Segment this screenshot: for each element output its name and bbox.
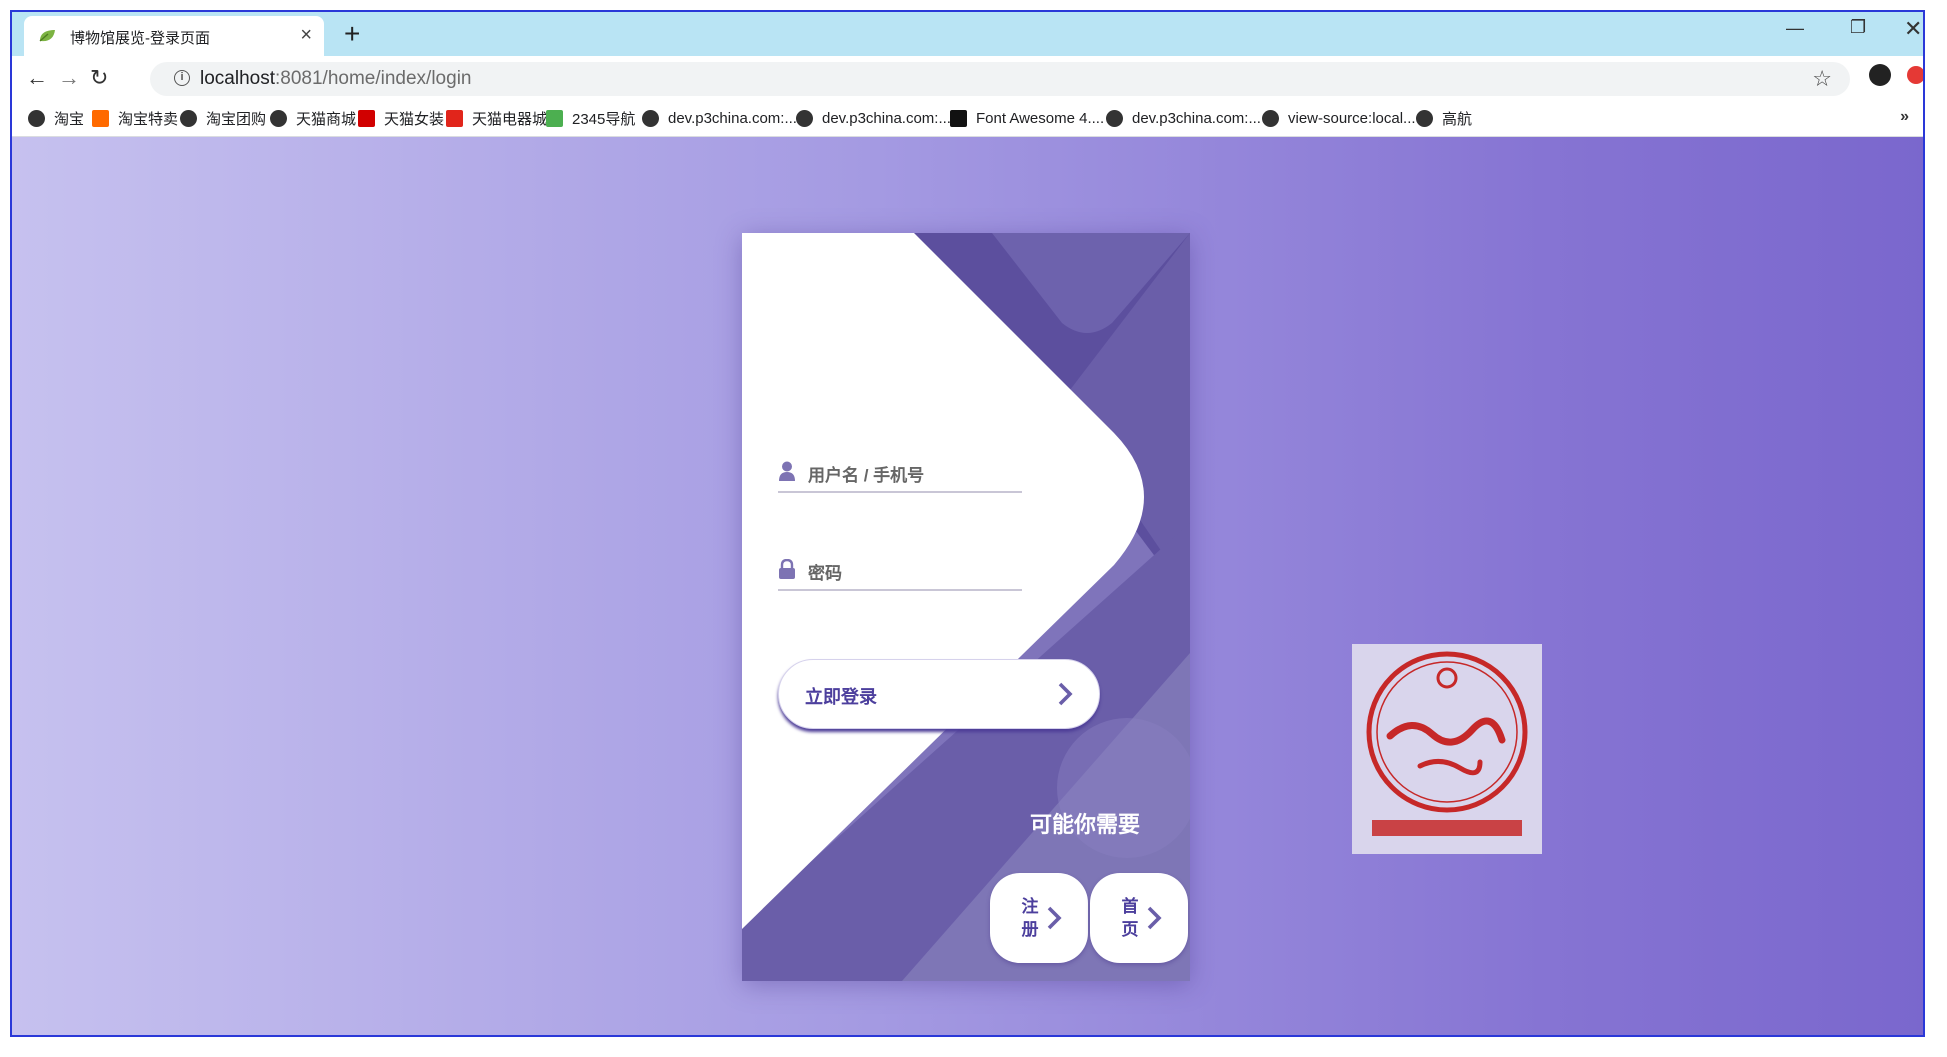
url-host: localhost	[200, 68, 275, 89]
url-text[interactable]: localhost:8081/home/index/login	[200, 68, 471, 90]
bookmark-item[interactable]: dev.p3china.com:...	[1106, 108, 1261, 128]
bookmark-item[interactable]: 天猫女装	[358, 108, 444, 128]
lock-icon	[779, 559, 795, 579]
bookmark-label: 淘宝特卖	[118, 110, 179, 128]
url-path: :8081/home/index/login	[275, 68, 472, 89]
bookmark-label: 淘宝	[54, 110, 85, 128]
login-page: 用户名 / 手机号 密码 立即登录 可能你需要 注册 首页	[12, 137, 1923, 1035]
globe-icon	[642, 109, 659, 127]
bookmark-item[interactable]: 淘宝特卖	[92, 108, 178, 128]
chevron-right-icon	[1058, 682, 1073, 706]
bookmarks-bar: 淘宝 淘宝特卖 淘宝团购 天猫商城 天猫女装 天猫电器城 2345导航 dev.…	[12, 102, 1923, 137]
bookmark-item[interactable]: dev.p3china.com:...	[796, 108, 951, 128]
bookmark-item[interactable]: 天猫电器城	[446, 108, 547, 128]
tab-title: 博物馆展览-登录页面	[70, 30, 210, 47]
more-bookmarks-icon[interactable]: »	[1900, 108, 1909, 126]
bookmark-label: view-source:local...	[1288, 109, 1416, 127]
leaf-icon	[39, 30, 55, 42]
username-field[interactable]: 用户名 / 手机号	[778, 459, 1022, 493]
tab-strip: 博物馆展览-登录页面 × + — ❐ ✕	[12, 12, 1923, 56]
browser-tab[interactable]: 博物馆展览-登录页面 ×	[24, 16, 324, 56]
bookmark-item[interactable]: Font Awesome 4....	[950, 108, 1104, 128]
bookmark-item[interactable]: 淘宝团购	[180, 108, 266, 128]
bookmark-item[interactable]: dev.p3china.com:...	[642, 108, 797, 128]
browser-toolbar: ← → ↻ i localhost:8081/home/index/login …	[12, 56, 1923, 102]
window-close-icon[interactable]: ✕	[1904, 16, 1922, 42]
card-background	[742, 233, 1190, 981]
bookmark-label: 天猫商城	[296, 110, 357, 128]
chevron-right-icon	[1147, 906, 1162, 930]
watermark-stamp	[1352, 644, 1542, 854]
jd-icon	[446, 109, 463, 127]
login-card: 用户名 / 手机号 密码 立即登录 可能你需要 注册 首页	[742, 233, 1190, 981]
globe-icon	[28, 109, 45, 127]
bookmark-item[interactable]: 2345导航	[546, 108, 635, 128]
password-label: 密码	[808, 564, 842, 583]
bookmark-item[interactable]: 淘宝	[28, 108, 84, 128]
globe-icon	[1262, 109, 1279, 127]
user-icon	[779, 461, 795, 481]
bookmark-item[interactable]: view-source:local...	[1262, 108, 1416, 128]
password-field[interactable]: 密码	[778, 557, 1022, 591]
profile-avatar-icon[interactable]	[1869, 64, 1891, 86]
home-button-label: 首页	[1121, 897, 1139, 939]
globe-icon	[796, 109, 813, 127]
restore-icon[interactable]: ❐	[1850, 17, 1866, 38]
bookmark-label: 高航	[1442, 110, 1473, 128]
back-icon[interactable]: ←	[26, 65, 48, 91]
bookmark-label: dev.p3china.com:...	[822, 109, 951, 127]
username-label: 用户名 / 手机号	[808, 466, 925, 485]
star-icon[interactable]: ☆	[1812, 66, 1832, 92]
globe-icon	[180, 109, 197, 127]
bookmark-label: 天猫女装	[384, 110, 445, 128]
bookmark-label: dev.p3china.com:...	[1132, 109, 1261, 127]
seal-icon	[1366, 651, 1528, 836]
taobao-sale-icon	[92, 109, 109, 127]
globe-icon	[270, 109, 287, 127]
minimize-icon[interactable]: —	[1786, 18, 1804, 39]
bookmark-item[interactable]: 天猫商城	[270, 108, 356, 128]
flag-icon	[950, 109, 967, 127]
register-button[interactable]: 注册	[990, 873, 1088, 963]
bookmark-label: 天猫电器城	[472, 110, 548, 128]
tmall-icon	[358, 109, 375, 127]
torn-edge-decoration	[12, 1036, 1925, 1037]
reload-icon[interactable]: ↻	[90, 65, 108, 91]
bookmark-label: dev.p3china.com:...	[668, 109, 797, 127]
globe-icon	[1106, 109, 1123, 127]
home-button[interactable]: 首页	[1090, 873, 1188, 963]
info-icon[interactable]: i	[174, 70, 190, 86]
bookmark-item[interactable]: 高航	[1416, 108, 1472, 128]
globe-icon	[1416, 109, 1433, 127]
maybe-you-need-text: 可能你需要	[1030, 812, 1141, 837]
chevron-right-icon	[1047, 906, 1062, 930]
browser-window: 博物馆展览-登录页面 × + — ❐ ✕ ← → ↻ i localhost:8…	[10, 10, 1925, 1037]
register-button-label: 注册	[1021, 897, 1039, 939]
forward-icon[interactable]: →	[58, 65, 80, 91]
login-button[interactable]: 立即登录	[778, 659, 1100, 729]
bookmark-label: Font Awesome 4....	[976, 109, 1105, 127]
new-tab-button[interactable]: +	[344, 19, 360, 49]
close-icon[interactable]: ×	[300, 24, 312, 46]
bookmark-label: 淘宝团购	[206, 110, 267, 128]
address-bar[interactable]: i localhost:8081/home/index/login ☆	[150, 62, 1850, 96]
extension-icon[interactable]	[1907, 66, 1923, 84]
login-button-label: 立即登录	[805, 687, 877, 707]
house-icon	[546, 109, 563, 127]
bookmark-label: 2345导航	[572, 110, 636, 128]
